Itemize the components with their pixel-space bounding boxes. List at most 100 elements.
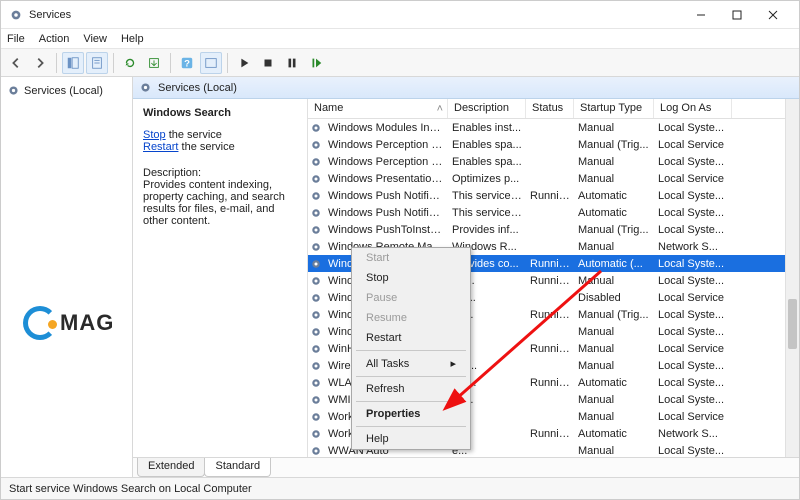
tree-root-label: Services (Local) [24,85,103,97]
separator [56,53,57,73]
gear-icon [308,360,324,372]
cell-logon: Local Service [654,343,732,355]
ctx-separator [356,401,466,402]
pane-header: Services (Local) [133,77,799,99]
gear-icon [308,394,324,406]
ctx-restart[interactable]: Restart [352,328,470,348]
cell-startup: Automatic [574,207,654,219]
pane-header-label: Services (Local) [158,82,237,94]
cell-startup: Manual [574,122,654,134]
console-button[interactable] [200,52,222,74]
gear-icon [308,343,324,355]
col-description[interactable]: Description [448,99,526,118]
show-hide-tree-button[interactable] [62,52,84,74]
scrollbar-thumb[interactable] [788,299,797,349]
restart-link[interactable]: Restart [143,141,178,153]
tab-standard[interactable]: Standard [204,458,271,477]
ctx-help[interactable]: Help [352,429,470,449]
logo-icon [23,306,57,340]
pause-service-button[interactable] [281,52,303,74]
gear-icon [308,258,324,270]
vertical-scrollbar[interactable] [785,99,799,457]
gear-icon [308,241,324,253]
col-startup[interactable]: Startup Type [574,99,654,118]
gear-icon [308,326,324,338]
menu-action[interactable]: Action [39,33,70,45]
app-icon [9,8,23,22]
table-row[interactable]: Windows Perception Simul...Enables spa..… [308,153,799,170]
ctx-refresh[interactable]: Refresh [352,379,470,399]
cell-status: Running [526,343,574,355]
export-button[interactable] [143,52,165,74]
cell-logon: Network S... [654,428,732,440]
gear-icon [308,122,324,134]
table-row[interactable]: Windows PushToInstall Serv...Provides in… [308,221,799,238]
ctx-alltasks[interactable]: All Tasks▸ [352,353,470,374]
cell-name: Windows PushToInstall Serv... [324,224,448,236]
menubar: File Action View Help [1,29,799,49]
cell-desc: Enables inst... [448,122,526,134]
cell-desc: Provides inf... [448,224,526,236]
cell-status: Running [526,190,574,202]
menu-file[interactable]: File [7,33,25,45]
refresh-button[interactable] [119,52,141,74]
cell-startup: Manual [574,241,654,253]
ctx-properties[interactable]: Properties [352,404,470,424]
status-text: Start service Windows Search on Local Co… [9,483,252,495]
start-service-button[interactable] [233,52,255,74]
description-text: Provides content indexing, property cach… [143,179,299,227]
cell-logon: Local Service [654,292,732,304]
selected-service-name: Windows Search [143,107,299,119]
maximize-button[interactable] [719,4,755,26]
menu-view[interactable]: View [83,33,107,45]
minimize-button[interactable] [683,4,719,26]
watermark-logo: MAG [23,306,114,340]
cell-logon: Local Service [654,173,732,185]
properties-button[interactable] [86,52,108,74]
stop-link[interactable]: Stop [143,129,166,141]
gear-icon [308,190,324,202]
gear-icon [308,445,324,457]
help-button[interactable]: ? [176,52,198,74]
table-row[interactable]: Windows Modules InstallerEnables inst...… [308,119,799,136]
stop-service-button[interactable] [257,52,279,74]
cell-startup: Manual [574,156,654,168]
cell-startup: Manual (Trig... [574,309,654,321]
table-row[interactable]: Windows Push Notification...This service… [308,204,799,221]
ctx-stop[interactable]: Stop [352,268,470,288]
cell-desc: This service ... [448,207,526,219]
tab-extended[interactable]: Extended [137,458,205,477]
cell-logon: Local Syste... [654,224,732,236]
gear-icon [308,377,324,389]
gear-icon [139,81,152,94]
cell-logon: Local Syste... [654,394,732,406]
view-tabs: Extended Standard [133,457,799,477]
column-headers: Name˄ Description Status Startup Type Lo… [308,99,799,119]
ctx-start: Start [352,248,470,268]
forward-button[interactable] [29,52,51,74]
tree-root-item[interactable]: Services (Local) [1,81,132,100]
menu-help[interactable]: Help [121,33,144,45]
cell-desc: This service ... [448,190,526,202]
gear-icon [308,428,324,440]
ctx-pause: Pause [352,288,470,308]
col-name[interactable]: Name˄ [308,99,448,118]
restart-service-button[interactable] [305,52,327,74]
table-row[interactable]: Windows Push Notification...This service… [308,187,799,204]
table-row[interactable]: Windows Perception ServiceEnables spa...… [308,136,799,153]
cell-status: Running [526,428,574,440]
ctx-separator [356,350,466,351]
col-status[interactable]: Status [526,99,574,118]
close-button[interactable] [755,4,791,26]
cell-startup: Manual [574,411,654,423]
svg-text:?: ? [184,58,190,69]
back-button[interactable] [5,52,27,74]
gear-icon [308,275,324,287]
col-logon[interactable]: Log On As [654,99,732,118]
cell-desc: Enables spa... [448,156,526,168]
cell-name: Windows Perception Simul... [324,156,448,168]
cell-logon: Local Syste... [654,156,732,168]
cell-startup: Manual [574,360,654,372]
cell-status: Running [526,258,574,270]
table-row[interactable]: Windows Presentation Fou...Optimizes p..… [308,170,799,187]
